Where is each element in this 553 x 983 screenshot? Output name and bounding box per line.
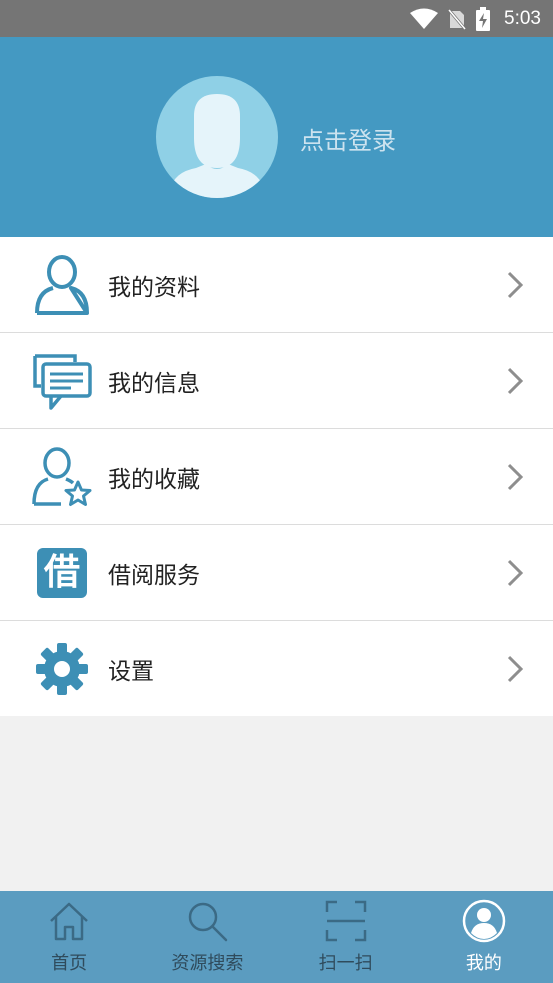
- search-icon: [185, 899, 229, 943]
- chevron-right-icon: [507, 271, 524, 298]
- tab-home[interactable]: 首页: [0, 891, 138, 983]
- user-star-icon: [30, 445, 94, 509]
- profile-header: 点击登录: [0, 37, 553, 237]
- menu-item-messages[interactable]: 我的信息: [0, 333, 553, 429]
- menu-label: 我的信息: [108, 370, 200, 397]
- chat-bubbles-icon: [30, 349, 94, 413]
- no-sim-icon: [448, 8, 467, 30]
- chevron-right-icon: [507, 559, 524, 586]
- menu-item-settings[interactable]: 设置: [0, 621, 553, 716]
- menu-item-profile[interactable]: 我的资料: [0, 237, 553, 333]
- tab-label: 首页: [51, 953, 88, 974]
- gear-icon: [30, 637, 94, 701]
- profile-icon: [462, 899, 506, 943]
- chevron-right-icon: [507, 367, 524, 394]
- menu-label: 借阅服务: [108, 562, 200, 589]
- status-time: 5:03: [504, 7, 541, 29]
- profile-menu: 我的资料 我的信息 我的收藏 借 借阅服务 设置: [0, 237, 553, 716]
- tab-mine[interactable]: 我的: [415, 891, 553, 983]
- menu-label: 我的收藏: [108, 466, 200, 493]
- avatar-placeholder-icon[interactable]: [156, 76, 278, 198]
- status-bar: 5:03: [0, 0, 553, 37]
- menu-label: 设置: [108, 658, 154, 685]
- menu-item-borrow[interactable]: 借 借阅服务: [0, 525, 553, 621]
- home-icon: [47, 899, 91, 943]
- user-outline-icon: [30, 253, 94, 317]
- borrow-char-icon: 借: [30, 541, 94, 605]
- battery-charging-icon: [476, 6, 491, 31]
- tab-search[interactable]: 资源搜索: [138, 891, 276, 983]
- menu-label: 我的资料: [108, 274, 200, 301]
- tab-label: 扫一扫: [318, 953, 373, 974]
- borrow-icon-char: 借: [43, 551, 80, 593]
- menu-item-favorites[interactable]: 我的收藏: [0, 429, 553, 525]
- tab-label: 我的: [465, 953, 502, 974]
- wifi-icon: [410, 8, 439, 29]
- scan-icon: [324, 899, 368, 943]
- tab-label: 资源搜索: [171, 953, 244, 974]
- chevron-right-icon: [507, 655, 524, 682]
- bottom-tab-bar: 首页 资源搜索 扫一扫 我的: [0, 891, 553, 983]
- tab-scan[interactable]: 扫一扫: [277, 891, 415, 983]
- chevron-right-icon: [507, 463, 524, 490]
- login-link[interactable]: 点击登录: [300, 121, 396, 156]
